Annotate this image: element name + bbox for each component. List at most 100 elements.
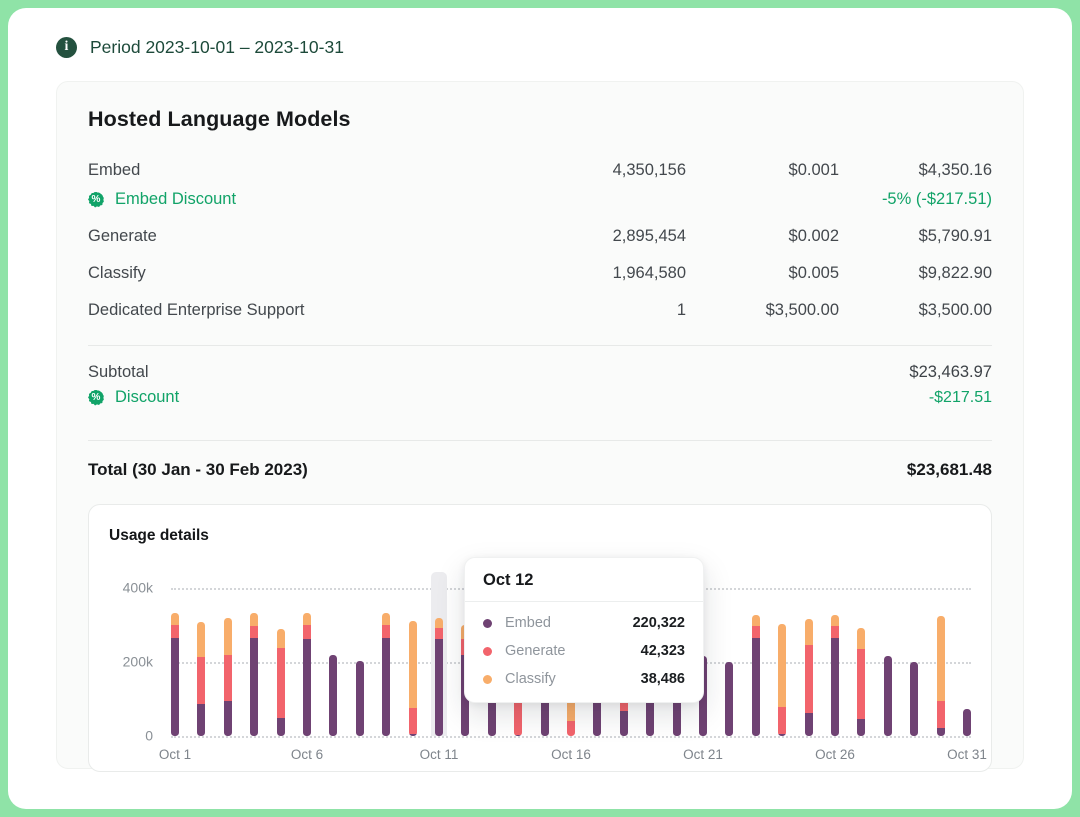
discount-row: % Discount -$217.51 (88, 382, 992, 424)
generate-segment (197, 657, 205, 704)
bar-oct-4[interactable] (250, 613, 258, 736)
x-axis-tick: Oct 21 (683, 747, 723, 762)
x-axis-tick: Oct 31 (947, 747, 987, 762)
embed-segment (435, 639, 443, 736)
row-label: Classify (88, 264, 526, 283)
invoice-title: Hosted Language Models (88, 107, 992, 132)
discount-label[interactable]: Discount (115, 388, 179, 407)
bar-oct-3[interactable] (224, 618, 232, 736)
x-axis-tick: Oct 11 (420, 747, 459, 762)
generate-segment (937, 701, 945, 728)
classify-segment (937, 616, 945, 701)
row-qty: 4,350,156 (526, 161, 686, 180)
embed-segment (805, 713, 813, 736)
classify-series-dot-icon (483, 675, 492, 684)
classify-segment (435, 618, 443, 628)
row-amount: $5,790.91 (839, 227, 992, 246)
generate-segment (277, 648, 285, 717)
generate-segment (303, 625, 311, 639)
embed-segment (910, 662, 918, 736)
table-row-enterprise-support: Dedicated Enterprise Support 1 $3,500.00… (88, 292, 992, 329)
subtotal-label: Subtotal (88, 363, 909, 382)
row-qty: 2,895,454 (526, 227, 686, 246)
row-unit-price: $3,500.00 (686, 301, 839, 320)
generate-segment (171, 625, 179, 638)
embed-segment (356, 661, 364, 736)
row-unit-price: $0.002 (686, 227, 839, 246)
embed-segment (831, 638, 839, 736)
bar-oct-9[interactable] (382, 613, 390, 736)
row-qty: 1 (526, 301, 686, 320)
row-label: Embed (88, 161, 526, 180)
row-unit-price: $0.001 (686, 161, 839, 180)
bar-oct-29[interactable] (910, 662, 918, 736)
generate-segment (382, 625, 390, 638)
generate-segment (250, 626, 258, 638)
embed-segment (884, 656, 892, 736)
bar-oct-8[interactable] (356, 661, 364, 736)
bar-oct-23[interactable] (752, 615, 760, 736)
generate-segment (409, 708, 417, 735)
bar-oct-31[interactable] (963, 709, 971, 736)
classify-segment (224, 618, 232, 655)
bar-oct-24[interactable] (778, 624, 786, 736)
embed-discount-value: -5% (-$217.51) (526, 190, 992, 209)
embed-segment (725, 662, 733, 736)
bar-oct-5[interactable] (277, 629, 285, 736)
classify-segment (171, 613, 179, 625)
embed-segment (857, 719, 865, 736)
bar-oct-7[interactable] (329, 655, 337, 736)
tooltip-row-classify: Classify 38,486 (483, 671, 685, 687)
bar-oct-2[interactable] (197, 622, 205, 736)
bar-oct-25[interactable] (805, 619, 813, 736)
bar-oct-11[interactable] (435, 618, 443, 736)
bar-oct-10[interactable] (409, 621, 417, 736)
row-amount: $3,500.00 (839, 301, 992, 320)
generate-segment (805, 645, 813, 714)
embed-segment (197, 704, 205, 736)
row-amount: $9,822.90 (839, 264, 992, 283)
embed-segment (937, 728, 945, 737)
billing-period-label: Period 2023-10-01 – 2023-10-31 (90, 37, 344, 58)
classify-segment (831, 615, 839, 626)
discount-amount: -$217.51 (929, 389, 992, 407)
tooltip-row-generate: Generate 42,323 (483, 643, 685, 659)
embed-segment (752, 638, 760, 736)
table-row-generate: Generate 2,895,454 $0.002 $5,790.91 (88, 218, 992, 255)
embed-discount-label[interactable]: Embed Discount (115, 190, 236, 209)
x-axis-tick: Oct 1 (159, 747, 191, 762)
row-label: Generate (88, 227, 526, 246)
row-unit-price: $0.005 (686, 264, 839, 283)
row-amount: $4,350.16 (839, 161, 992, 180)
bar-oct-28[interactable] (884, 656, 892, 736)
x-axis-tick: Oct 6 (291, 747, 323, 762)
subtotal-amount: $23,463.97 (909, 363, 992, 382)
bar-oct-6[interactable] (303, 613, 311, 736)
bar-oct-26[interactable] (831, 615, 839, 736)
y-axis-tick: 200k (123, 654, 153, 670)
x-axis-tick: Oct 16 (551, 747, 591, 762)
usage-chart-title: Usage details (107, 522, 973, 545)
bar-oct-1[interactable] (171, 613, 179, 736)
generate-segment (224, 655, 232, 702)
usage-chart-card: Usage details 400k 200k 0 Oct 1Oct 6Oct … (88, 504, 992, 772)
embed-segment (382, 638, 390, 736)
bar-oct-30[interactable] (937, 616, 945, 736)
embed-segment (329, 655, 337, 736)
invoice-card: Hosted Language Models Embed 4,350,156 $… (56, 81, 1024, 769)
table-row-embed-discount: % Embed Discount -5% (-$217.51) (88, 185, 992, 218)
classify-segment (197, 622, 205, 656)
generate-segment (857, 649, 865, 719)
series-label: Embed (505, 615, 633, 631)
tooltip-date: Oct 12 (465, 558, 703, 601)
tooltip-row-embed: Embed 220,322 (483, 615, 685, 631)
classify-segment (857, 628, 865, 649)
bar-oct-27[interactable] (857, 628, 865, 736)
series-value: 220,322 (633, 615, 685, 631)
table-row-embed: Embed 4,350,156 $0.001 $4,350.16 (88, 152, 992, 189)
embed-series-dot-icon (483, 619, 492, 628)
row-qty: 1,964,580 (526, 264, 686, 283)
classify-segment (303, 613, 311, 625)
classify-segment (382, 613, 390, 625)
bar-oct-22[interactable] (725, 662, 733, 736)
